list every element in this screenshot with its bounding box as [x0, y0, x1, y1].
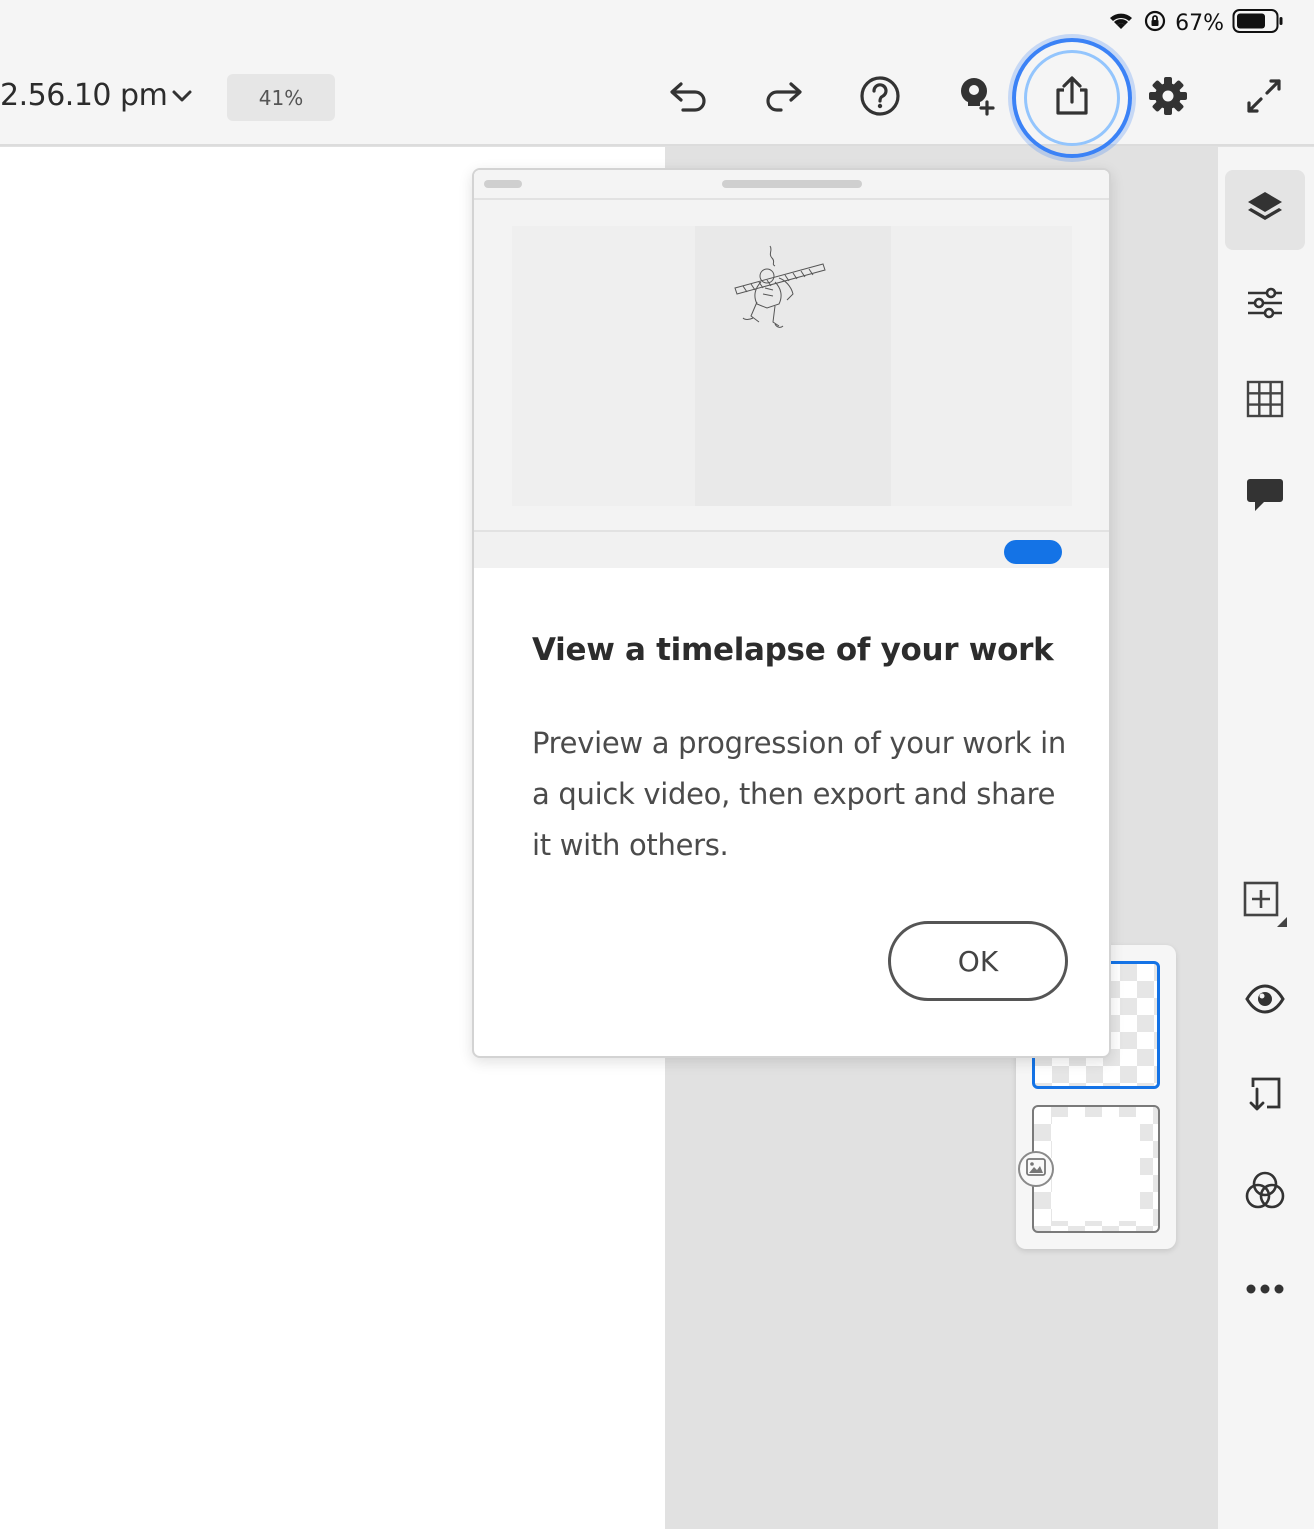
- blend-icon: [1244, 1170, 1286, 1216]
- blend-button[interactable]: [1225, 1153, 1305, 1233]
- dialog-title: View a timelapse of your work: [532, 632, 1054, 668]
- grid-icon: [1245, 379, 1285, 423]
- ok-button[interactable]: OK: [888, 921, 1068, 1001]
- settings-button[interactable]: [1144, 74, 1192, 122]
- battery-percent: 67%: [1175, 10, 1224, 36]
- import-button[interactable]: [1225, 1057, 1305, 1137]
- preview-export-pill: [1004, 540, 1062, 564]
- undo-button[interactable]: [664, 74, 712, 122]
- import-icon: [1245, 1075, 1285, 1119]
- adjustments-button[interactable]: [1225, 265, 1305, 345]
- chevron-down-icon[interactable]: [170, 84, 194, 108]
- comment-icon: [1245, 475, 1285, 519]
- orientation-lock-icon: [1143, 9, 1167, 37]
- settings-icon: [1147, 75, 1189, 121]
- image-layer-badge: [1018, 1151, 1054, 1187]
- share-button[interactable]: [1048, 74, 1096, 122]
- adjustments-icon: [1245, 283, 1285, 327]
- right-tool-rail: [1218, 147, 1314, 1529]
- preview-artwork: [695, 226, 891, 506]
- help-button[interactable]: [856, 74, 904, 122]
- redo-button[interactable]: [760, 74, 808, 122]
- status-indicators: 67%: [1107, 8, 1284, 38]
- help-icon: [859, 75, 901, 121]
- comments-button[interactable]: [1225, 457, 1305, 537]
- sketch-drawing: [734, 245, 826, 328]
- visibility-button[interactable]: [1225, 961, 1305, 1041]
- share-icon: [1051, 75, 1093, 121]
- image-icon: [1026, 1158, 1046, 1180]
- add-layer-button[interactable]: [1225, 865, 1305, 945]
- dialog-body: Preview a progression of your work in a …: [532, 726, 1067, 862]
- status-bar: 67%: [0, 0, 1314, 48]
- fullscreen-button[interactable]: [1240, 74, 1288, 122]
- grid-button[interactable]: [1225, 361, 1305, 441]
- layer-thumbnail-fill: [1052, 1117, 1140, 1221]
- timelapse-dialog: View a timelapse of your work Preview a …: [472, 168, 1111, 1058]
- preview-pill-center: [722, 180, 862, 188]
- preview-bottombar: [474, 530, 1109, 568]
- more-button[interactable]: [1225, 1249, 1305, 1329]
- fullscreen-icon: [1243, 75, 1285, 121]
- visibility-icon: [1245, 979, 1285, 1023]
- layers-icon: [1245, 188, 1285, 232]
- timelapse-preview-illustration: [474, 170, 1109, 568]
- layers-button[interactable]: [1225, 170, 1305, 250]
- wifi-icon: [1107, 10, 1135, 36]
- undo-icon: [667, 80, 709, 116]
- invite-button[interactable]: [952, 74, 1000, 122]
- invite-icon: [954, 74, 998, 122]
- add-layer-icon: [1241, 879, 1289, 931]
- preview-pill-left: [484, 180, 522, 188]
- battery-icon: [1232, 8, 1284, 38]
- redo-icon: [763, 80, 805, 116]
- top-toolbar: 2.56.10 pm 41%: [0, 38, 1314, 158]
- preview-topbar: [474, 170, 1109, 200]
- more-icon: [1245, 1280, 1285, 1299]
- document-title[interactable]: 2.56.10 pm: [0, 78, 168, 113]
- zoom-level[interactable]: 41%: [227, 74, 335, 121]
